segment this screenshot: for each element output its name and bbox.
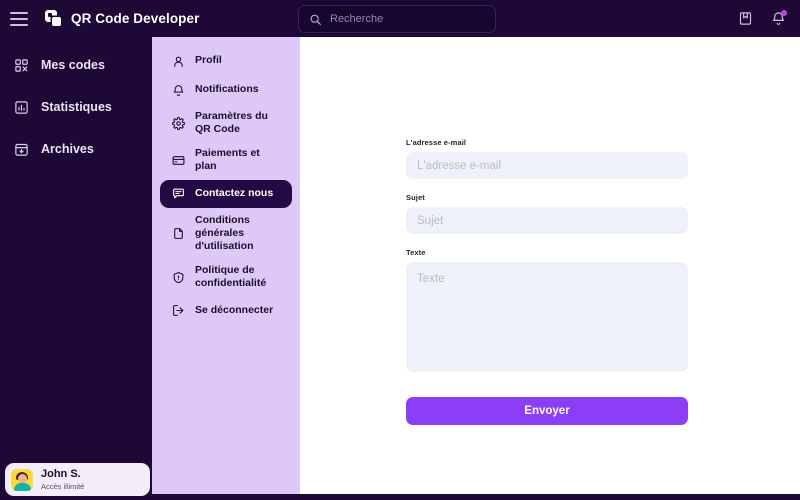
search-container <box>298 5 496 33</box>
sidebar-item-archives[interactable]: Archives <box>0 133 144 165</box>
message-textarea[interactable] <box>406 262 688 372</box>
qr-grid-icon <box>14 58 29 73</box>
subnav-item-se-deconnecter[interactable]: Se déconnecter <box>160 296 292 324</box>
subnav-item-parametres-qr[interactable]: Paramètres du QR Code <box>160 105 292 141</box>
subnav-item-notifications[interactable]: Notifications <box>160 76 292 104</box>
text-label: Texte <box>406 248 426 257</box>
subject-label: Sujet <box>406 193 425 202</box>
search-box[interactable] <box>298 5 496 33</box>
subject-field[interactable] <box>406 207 688 234</box>
user-avatar <box>11 468 33 491</box>
bar-chart-icon <box>14 100 29 115</box>
subnav-label: Notifications <box>195 83 259 96</box>
top-bar-actions <box>738 0 787 37</box>
email-field[interactable] <box>406 152 688 179</box>
shield-icon <box>172 271 185 284</box>
subnav-label: Conditions générales d'utilisation <box>195 213 254 252</box>
hamburger-icon[interactable] <box>10 11 28 26</box>
settings-subnav: Profil Notifications Paramètres du QR Co… <box>152 37 300 494</box>
sidebar-label: Archives <box>41 142 94 156</box>
user-name: John S. <box>41 467 81 480</box>
credit-card-icon <box>172 154 185 167</box>
message-icon <box>172 187 185 200</box>
subnav-item-politique-confidentialite[interactable]: Politique de confidentialité <box>160 259 292 295</box>
subnav-label: Profil <box>195 54 222 67</box>
send-button[interactable]: Envoyer <box>406 397 688 425</box>
subnav-item-paiements[interactable]: Paiements et plan <box>160 142 292 178</box>
primary-sidebar: Mes codes Statistiques Archives <box>0 37 152 458</box>
brand[interactable]: QR Code Developer <box>45 9 200 28</box>
bookmark-icon[interactable] <box>738 11 753 26</box>
brand-title: QR Code Developer <box>71 11 200 26</box>
subnav-item-contactez-nous[interactable]: Contactez nous <box>160 179 292 208</box>
main-content: L'adresse e-mail Sujet Texte Envoyer <box>300 37 800 494</box>
archive-icon <box>14 142 29 157</box>
qr-logo-icon <box>45 9 63 28</box>
subnav-item-profil[interactable]: Profil <box>160 47 292 75</box>
sidebar-item-mes-codes[interactable]: Mes codes <box>0 49 144 81</box>
subnav-label: Se déconnecter <box>195 303 274 316</box>
search-input[interactable] <box>330 13 485 25</box>
email-label: L'adresse e-mail <box>406 138 467 147</box>
contact-form: L'adresse e-mail Sujet Texte Envoyer <box>406 138 688 425</box>
logout-icon <box>172 304 185 317</box>
subnav-label: Politique de confidentialité <box>195 263 267 289</box>
search-icon <box>309 13 322 26</box>
subnav-label: Paiements et plan <box>195 147 260 173</box>
user-text: John S. Accès illimité <box>41 468 84 492</box>
user-subtitle: Accès illimité <box>41 481 85 491</box>
sidebar-item-statistiques[interactable]: Statistiques <box>0 91 144 123</box>
sidebar-label: Mes codes <box>41 58 105 72</box>
subnav-label: Contactez nous <box>195 186 274 199</box>
bell-icon <box>172 84 185 97</box>
bell-icon[interactable] <box>771 10 787 26</box>
user-profile-card[interactable]: John S. Accès illimité <box>5 463 150 496</box>
app-root: QR Code Developer Recherche Profil Notif… <box>0 0 800 500</box>
top-bar: QR Code Developer <box>0 0 800 37</box>
gear-icon <box>172 116 185 130</box>
subnav-item-conditions-generales[interactable]: Conditions générales d'utilisation <box>160 209 292 258</box>
sidebar-label: Statistiques <box>41 100 112 114</box>
notification-badge <box>781 10 787 16</box>
document-icon <box>172 227 185 240</box>
person-icon <box>172 55 185 68</box>
subnav-label: Paramètres du QR Code <box>195 110 268 136</box>
